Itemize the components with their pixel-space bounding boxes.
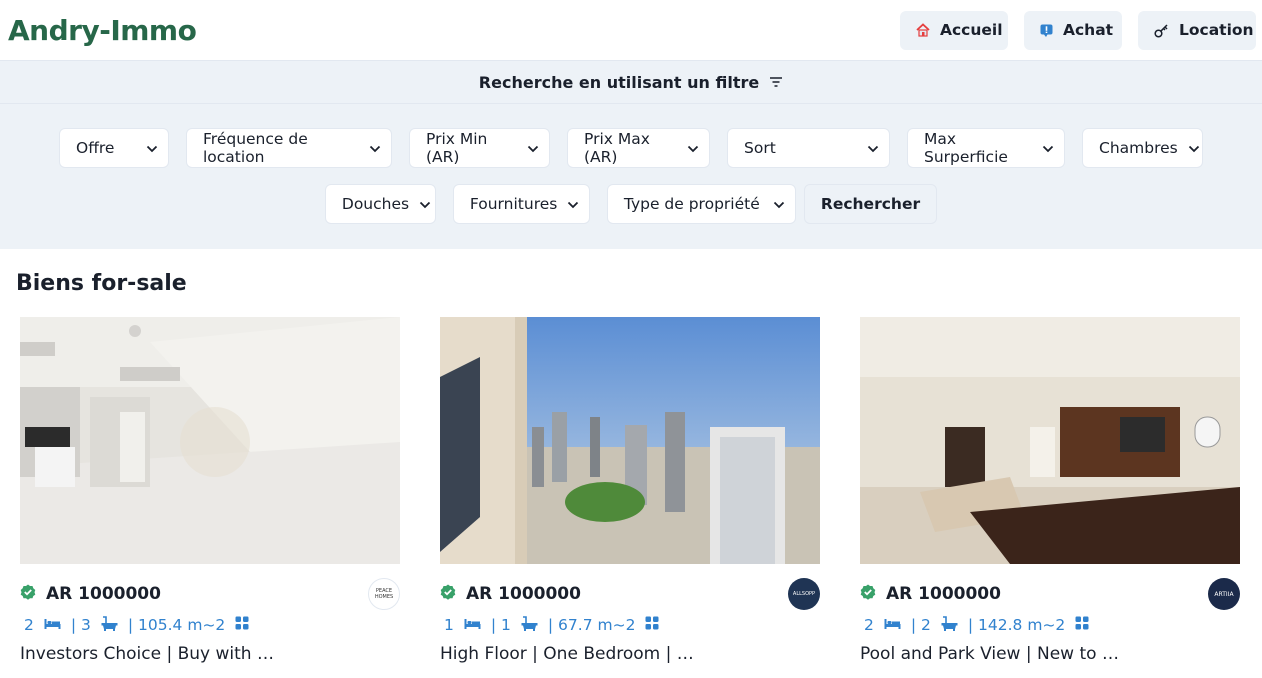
- agency-avatar[interactable]: PEACE HOMES: [368, 578, 400, 610]
- chevron-down-icon: [687, 139, 699, 157]
- chambres-select[interactable]: Chambres: [1082, 128, 1203, 168]
- property-stats: 1 | 1 | 67.7 m~2: [440, 612, 820, 638]
- agency-avatar[interactable]: ARTIIA: [1208, 578, 1240, 610]
- filter-heading: Recherche en utilisant un filtre: [478, 72, 760, 92]
- property-stats: 2 | 3 | 105.4 m~2: [20, 612, 400, 638]
- filter-panel: Offre Fréquence de location Prix Min (AR…: [0, 104, 1262, 249]
- verified-icon: [20, 584, 36, 604]
- key-icon: [1154, 23, 1169, 38]
- surface-select[interactable]: Max Surperficie: [907, 128, 1065, 168]
- bath-icon: [521, 615, 538, 635]
- grid-icon: [645, 616, 659, 634]
- bath-icon: [101, 615, 118, 635]
- area-value: | 105.4 m~2: [127, 616, 226, 634]
- sort-select[interactable]: Sort: [727, 128, 890, 168]
- agency-name: ALLSOPP: [792, 591, 816, 597]
- fournitures-select[interactable]: Fournitures: [452, 184, 590, 224]
- prix-max-select-value: Prix Max (AR): [584, 130, 650, 166]
- bath-icon: [941, 615, 958, 635]
- chevron-down-icon: [419, 195, 431, 213]
- property-card[interactable]: AR 1000000 ARTIIA 2 | 2 | 142.8 m~2 Pool…: [860, 317, 1240, 664]
- grid-icon: [1075, 616, 1089, 634]
- property-title[interactable]: High Floor | One Bedroom | Bes...: [440, 644, 700, 664]
- frequence-select-value: Fréquence de location: [203, 130, 308, 166]
- nav-achat-label: Achat: [1063, 21, 1114, 39]
- filter-toggle[interactable]: Recherche en utilisant un filtre: [0, 60, 1262, 104]
- property-photo[interactable]: [440, 317, 820, 564]
- card-header: AR 1000000 PEACE HOMES: [20, 578, 400, 610]
- top-bar: Andry-Immo Accueil Achat Location: [0, 0, 1262, 60]
- type-propriete-select-value: Type de propriété: [623, 195, 760, 213]
- chevron-down-icon: [369, 139, 381, 157]
- nav-accueil-button[interactable]: Accueil: [900, 10, 1008, 50]
- price: AR 1000000: [466, 584, 581, 604]
- offre-select-value: Offre: [76, 139, 115, 157]
- price: AR 1000000: [46, 584, 161, 604]
- prix-max-select[interactable]: Prix Max (AR): [567, 128, 710, 168]
- fournitures-select-value: Fournitures: [469, 195, 558, 213]
- agency-name: ARTIIA: [1214, 590, 1234, 598]
- price-group: AR 1000000: [440, 584, 581, 604]
- type-propriete-select[interactable]: Type de propriété: [606, 184, 796, 224]
- price-group: AR 1000000: [860, 584, 1001, 604]
- nav-location-button[interactable]: Location: [1138, 10, 1256, 50]
- baths-count: | 2: [910, 616, 931, 634]
- property-stats: 2 | 2 | 142.8 m~2: [860, 612, 1240, 638]
- chevron-down-icon: [1042, 139, 1054, 157]
- property-title[interactable]: Pool and Park View | New to Ma...: [860, 644, 1120, 664]
- price-group: AR 1000000: [20, 584, 161, 604]
- info-icon: [1040, 24, 1053, 37]
- filter-icon: [769, 73, 783, 92]
- nav-location-label: Location: [1179, 21, 1254, 39]
- rooms-count: 2: [864, 616, 874, 634]
- baths-count: | 3: [70, 616, 91, 634]
- nav-achat-button[interactable]: Achat: [1024, 10, 1122, 50]
- listing-cards: AR 1000000 PEACE HOMES 2 | 3 | 105.4 m~2…: [0, 317, 1262, 664]
- chevron-down-icon: [567, 195, 579, 213]
- sort-select-value: Sort: [744, 139, 776, 157]
- bed-icon: [884, 616, 901, 634]
- brand-logo[interactable]: Andry-Immo: [8, 14, 197, 47]
- property-photo[interactable]: [20, 317, 400, 564]
- douches-select[interactable]: Douches: [324, 184, 436, 224]
- prix-min-select[interactable]: Prix Min (AR): [409, 128, 550, 168]
- nav-accueil-label: Accueil: [940, 21, 1003, 39]
- filter-row-2: Douches Fournitures Type de propriété Re…: [0, 184, 1262, 224]
- grid-icon: [235, 616, 249, 634]
- surface-select-value: Max Surperficie: [924, 130, 1008, 166]
- card-header: AR 1000000 ALLSOPP: [440, 578, 820, 610]
- chevron-down-icon: [146, 139, 158, 157]
- property-photo[interactable]: [860, 317, 1240, 564]
- chevron-down-icon: [867, 139, 879, 157]
- card-header: AR 1000000 ARTIIA: [860, 578, 1240, 610]
- verified-icon: [860, 584, 876, 604]
- rooms-count: 1: [444, 616, 454, 634]
- property-card[interactable]: AR 1000000 PEACE HOMES 2 | 3 | 105.4 m~2…: [20, 317, 400, 664]
- search-button[interactable]: Rechercher: [803, 184, 938, 224]
- verified-icon: [440, 584, 456, 604]
- agency-avatar[interactable]: ALLSOPP: [788, 578, 820, 610]
- house-icon: [916, 23, 930, 37]
- douches-select-value: Douches: [341, 195, 410, 213]
- filter-row-1: Offre Fréquence de location Prix Min (AR…: [0, 128, 1262, 168]
- listing-heading: Biens for-sale: [16, 271, 187, 296]
- area-value: | 67.7 m~2: [547, 616, 636, 634]
- chevron-down-icon: [527, 139, 539, 157]
- frequence-select[interactable]: Fréquence de location: [186, 128, 392, 168]
- baths-count: | 1: [490, 616, 511, 634]
- rooms-count: 2: [24, 616, 34, 634]
- offre-select[interactable]: Offre: [59, 128, 169, 168]
- price: AR 1000000: [886, 584, 1001, 604]
- chevron-down-icon: [773, 195, 785, 213]
- property-title[interactable]: Investors Choice | Buy with C...: [20, 644, 280, 664]
- bed-icon: [464, 616, 481, 634]
- main-nav: Accueil Achat Location: [900, 10, 1256, 50]
- property-card[interactable]: AR 1000000 ALLSOPP 1 | 1 | 67.7 m~2 High…: [440, 317, 820, 664]
- agency-name: PEACE HOMES: [374, 588, 394, 600]
- prix-min-select-value: Prix Min (AR): [426, 130, 488, 166]
- area-value: | 142.8 m~2: [967, 616, 1066, 634]
- bed-icon: [44, 616, 61, 634]
- chevron-down-icon: [1188, 139, 1200, 157]
- chambres-select-value: Chambres: [1099, 139, 1178, 157]
